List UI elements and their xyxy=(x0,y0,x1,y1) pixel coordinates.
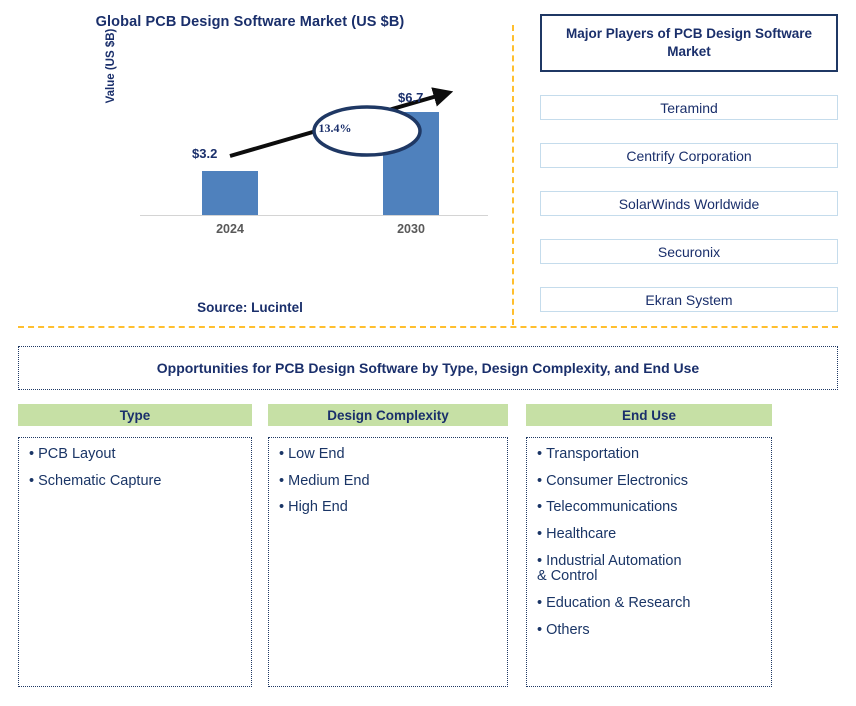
list-item: Low End xyxy=(279,446,503,463)
chart-panel: Global PCB Design Software Market (US $B… xyxy=(0,0,512,325)
column-header-design-complexity: Design Complexity xyxy=(268,404,508,426)
list-item: Transportation xyxy=(537,446,767,463)
cagr-callout xyxy=(229,87,454,158)
bar-value-2024: $3.2 xyxy=(192,146,218,161)
column-body-type: PCB Layout Schematic Capture xyxy=(18,437,252,687)
y-axis-label: Value (US $B) xyxy=(105,28,117,104)
major-players-panel: Major Players of PCB Design Software Mar… xyxy=(540,14,838,312)
column-header-end-use: End Use xyxy=(526,404,772,426)
bar-value-2030: $6.7 xyxy=(398,90,424,105)
x-tick-2030: 2030 xyxy=(397,222,425,236)
player-item-2[interactable]: Centrify Corporation xyxy=(540,143,838,168)
column-body-design-complexity: Low End Medium End High End xyxy=(268,437,508,687)
list-item: Education & Research xyxy=(537,595,767,612)
cagr-value-label: 13.4% xyxy=(318,121,352,135)
list-item: Healthcare xyxy=(537,526,767,543)
list-item: Others xyxy=(537,622,767,639)
bar-chart: Value (US $B) 13.4% $3.2 $6.7 2024 2030 xyxy=(105,29,488,245)
player-item-4[interactable]: Securonix xyxy=(540,239,838,264)
vertical-divider xyxy=(512,25,514,325)
player-item-3[interactable]: SolarWinds Worldwide xyxy=(540,191,838,216)
player-item-1[interactable]: Teramind xyxy=(540,95,838,120)
list-item: Industrial Automation & Control xyxy=(537,553,767,585)
source-label: Source: Lucintel xyxy=(197,300,303,315)
list-item: Schematic Capture xyxy=(29,473,247,490)
list-item: Telecommunications xyxy=(537,500,767,516)
list-item: PCB Layout xyxy=(29,446,247,463)
infographic-page: Global PCB Design Software Market (US $B… xyxy=(0,0,856,706)
opportunities-banner: Opportunities for PCB Design Software by… xyxy=(18,346,838,390)
list-item: Consumer Electronics xyxy=(537,473,767,490)
chart-title: Global PCB Design Software Market (US $B… xyxy=(95,14,405,30)
plot-area: 13.4% $3.2 $6.7 2024 2030 xyxy=(140,80,488,236)
major-players-header: Major Players of PCB Design Software Mar… xyxy=(540,14,838,72)
player-item-5[interactable]: Ekran System xyxy=(540,287,838,312)
column-header-type: Type xyxy=(18,404,252,426)
list-item: Medium End xyxy=(279,473,503,490)
column-body-end-use: Transportation Consumer Electronics Tele… xyxy=(526,437,772,687)
x-tick-2024: 2024 xyxy=(216,222,244,236)
horizontal-divider xyxy=(18,326,838,328)
list-item: High End xyxy=(279,500,503,516)
